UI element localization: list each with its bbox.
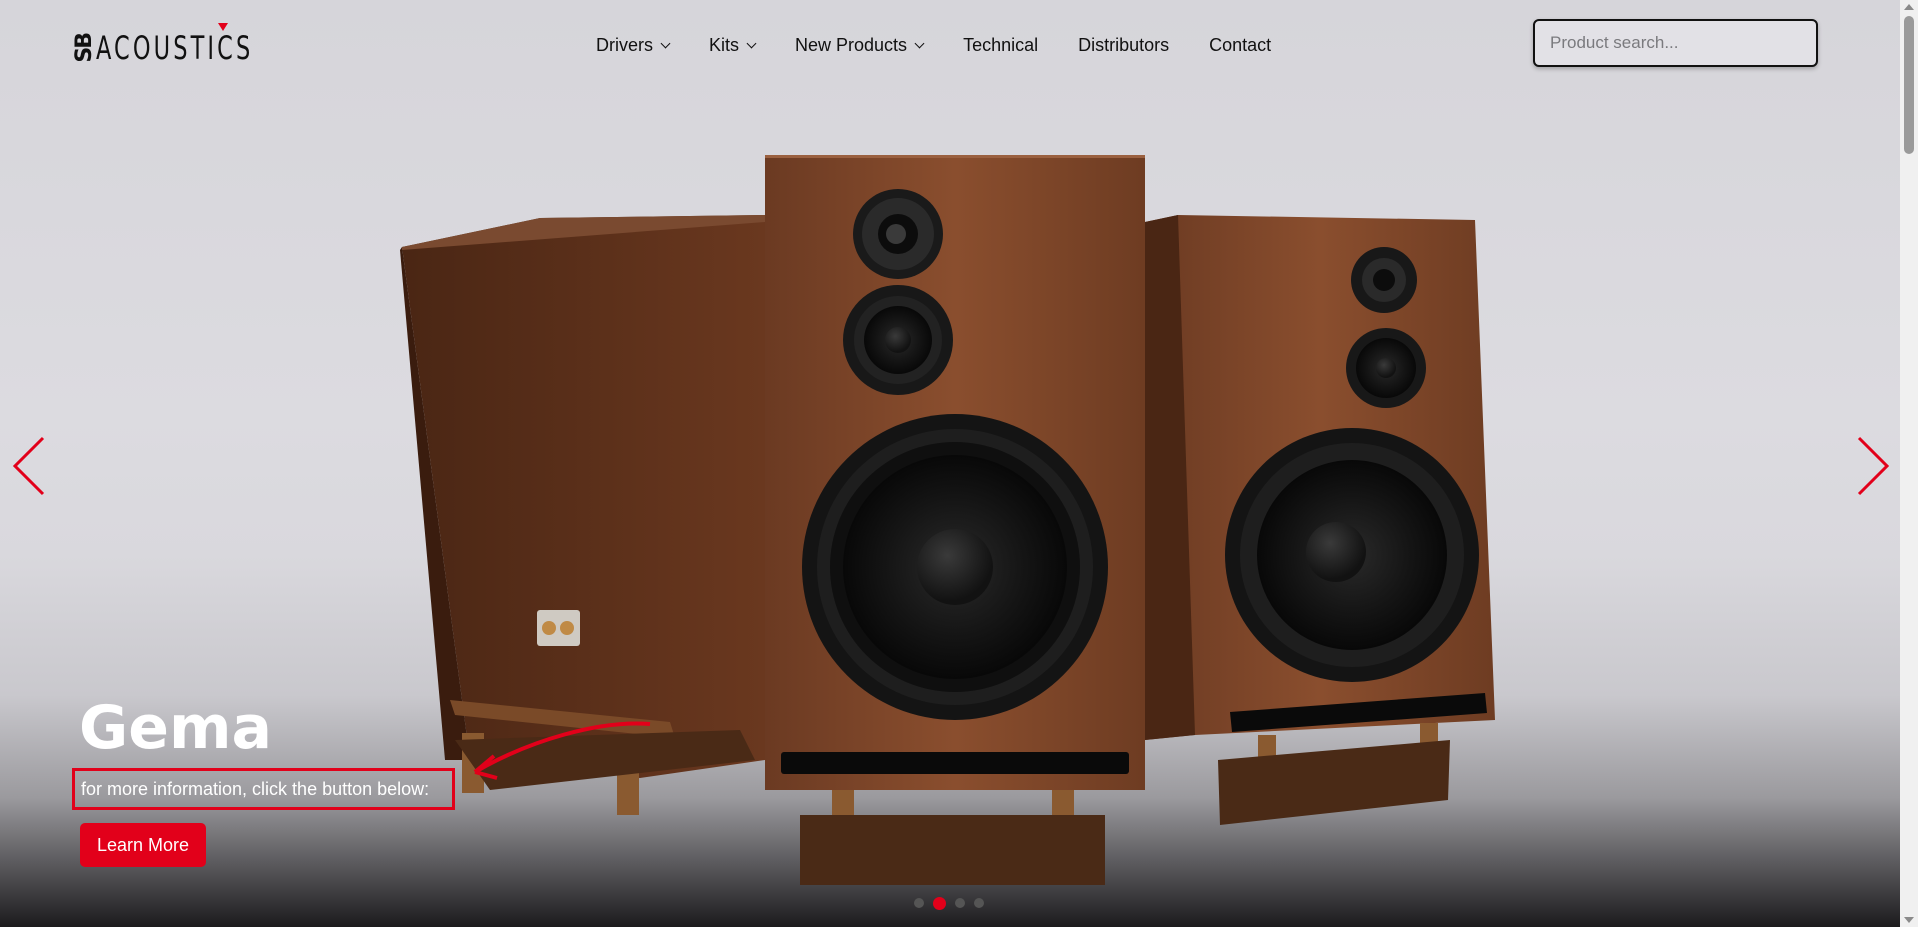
nav-item-new-products[interactable]: New Products: [795, 32, 925, 58]
nav-item-distributors[interactable]: Distributors: [1078, 32, 1169, 58]
brand-logo[interactable]: SB ACOUSTICS: [72, 23, 298, 67]
nav-item-contact[interactable]: Contact: [1209, 32, 1271, 58]
slide-title: Gema: [79, 693, 272, 763]
nav-label: Technical: [963, 34, 1039, 55]
scroll-down-icon[interactable]: [1904, 917, 1914, 923]
nav-label: Contact: [1209, 34, 1272, 55]
nav-label: New Products: [795, 34, 908, 55]
carousel-dot[interactable]: [955, 898, 965, 908]
carousel-dot-active[interactable]: [933, 896, 946, 910]
carousel-prev-button[interactable]: [10, 436, 50, 496]
slide-caption: for more information, click the button b…: [72, 768, 455, 810]
nav-item-drivers[interactable]: Drivers: [596, 32, 671, 58]
scroll-thumb[interactable]: [1904, 16, 1914, 154]
hero-carousel: SB ACOUSTICS Drivers Kits New Products T…: [0, 0, 1900, 927]
search-input[interactable]: [1535, 21, 1816, 65]
carousel-dot[interactable]: [914, 898, 924, 908]
main-nav: Drivers Kits New Products Technical Dist…: [596, 32, 1311, 58]
product-search: [1533, 19, 1818, 67]
chevron-down-icon: [914, 38, 925, 48]
scroll-up-icon[interactable]: [1904, 4, 1914, 10]
nav-label: Kits: [709, 34, 740, 55]
carousel-dot[interactable]: [974, 898, 984, 908]
nav-label: Drivers: [596, 34, 653, 55]
logo-prefix: SB: [72, 33, 97, 63]
page-scrollbar[interactable]: [1900, 0, 1918, 927]
nav-label: Distributors: [1078, 34, 1170, 55]
learn-more-button[interactable]: Learn More: [80, 823, 206, 867]
logo-word: ACOUSTICS: [96, 29, 254, 67]
chevron-right-icon: [1857, 436, 1890, 496]
nav-item-technical[interactable]: Technical: [963, 32, 1038, 58]
logo-accent-icon: [218, 23, 228, 31]
chevron-down-icon: [660, 38, 671, 48]
carousel-indicators: [914, 896, 984, 910]
carousel-next-button[interactable]: [1852, 436, 1892, 496]
chevron-down-icon: [746, 38, 757, 48]
chevron-left-icon: [12, 436, 45, 496]
nav-item-kits[interactable]: Kits: [709, 32, 757, 58]
